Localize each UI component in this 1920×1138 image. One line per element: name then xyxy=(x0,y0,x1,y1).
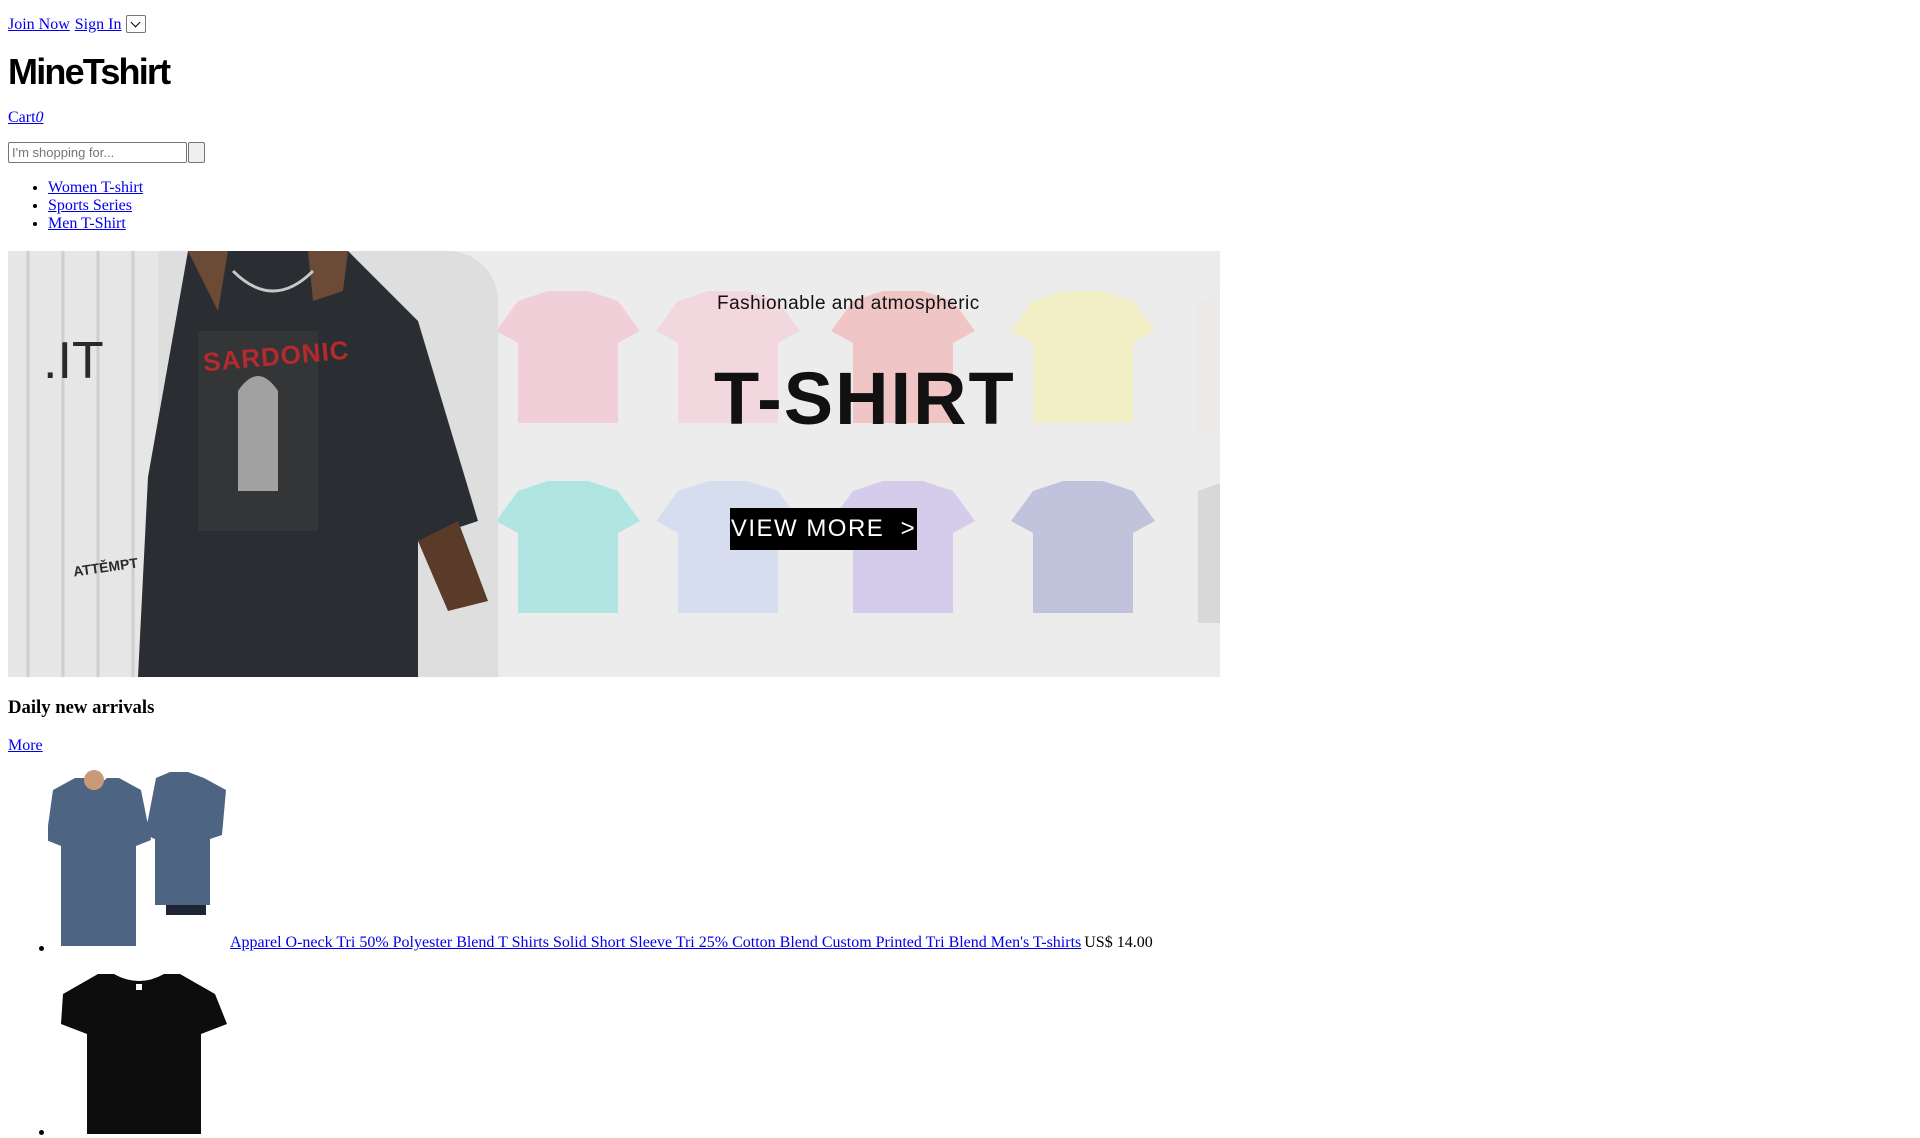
chevron-down-icon xyxy=(131,17,141,28)
site-logo[interactable]: MineTshirt xyxy=(8,50,171,94)
join-now-link[interactable]: Join Now xyxy=(8,16,70,33)
cart-link[interactable]: Cart0 xyxy=(8,109,44,126)
product-image[interactable] xyxy=(48,954,230,1136)
nav-item-sports-series: Sports Series xyxy=(48,197,143,215)
product-list: Apparel O-neck Tri 50% Polyester Blend T… xyxy=(0,770,1153,1138)
search-input[interactable] xyxy=(8,142,187,163)
top-bar: Join Now Sign In xyxy=(8,15,147,35)
banner-cta-button[interactable]: VIEW MORE > xyxy=(730,508,917,550)
product-image[interactable] xyxy=(48,770,230,952)
section-title: Daily new arrivals xyxy=(8,697,155,718)
hero-banner[interactable]: .IT ATTĚMPT SARDONIC Fashionable and atm… xyxy=(8,251,1220,677)
nav-item-women-tshirt: Women T-shirt xyxy=(48,179,143,197)
nav-link-women-tshirt[interactable]: Women T-shirt xyxy=(48,179,143,196)
cart-count: 0 xyxy=(35,109,44,126)
search-button[interactable] xyxy=(188,142,205,163)
product-item: Apparel O-neck Tri 50% Polyester Blend T… xyxy=(39,770,1153,952)
nav-item-men-tshirt: Men T-Shirt xyxy=(48,215,143,233)
more-link[interactable]: More xyxy=(8,736,43,756)
search-form xyxy=(8,142,205,163)
cart-label: Cart xyxy=(8,109,36,126)
product-title-link[interactable]: Apparel O-neck Tri 50% Polyester Blend T… xyxy=(230,934,1081,951)
banner-headline: T-SHIRT xyxy=(714,357,1016,440)
cart: Cart0 xyxy=(8,108,44,128)
category-nav: Women T-shirt Sports Series Men T-Shirt xyxy=(0,179,143,233)
banner-image xyxy=(8,251,1220,677)
nav-link-sports-series[interactable]: Sports Series xyxy=(48,197,132,214)
sign-in-link[interactable]: Sign In xyxy=(75,16,122,33)
banner-wall-text: .IT xyxy=(43,332,104,390)
banner-tagline: Fashionable and atmospheric xyxy=(717,293,980,314)
language-select[interactable] xyxy=(126,15,147,34)
nav-link-men-tshirt[interactable]: Men T-Shirt xyxy=(48,215,126,232)
product-item xyxy=(39,954,1153,1136)
product-price: US$ 14.00 xyxy=(1084,934,1153,951)
